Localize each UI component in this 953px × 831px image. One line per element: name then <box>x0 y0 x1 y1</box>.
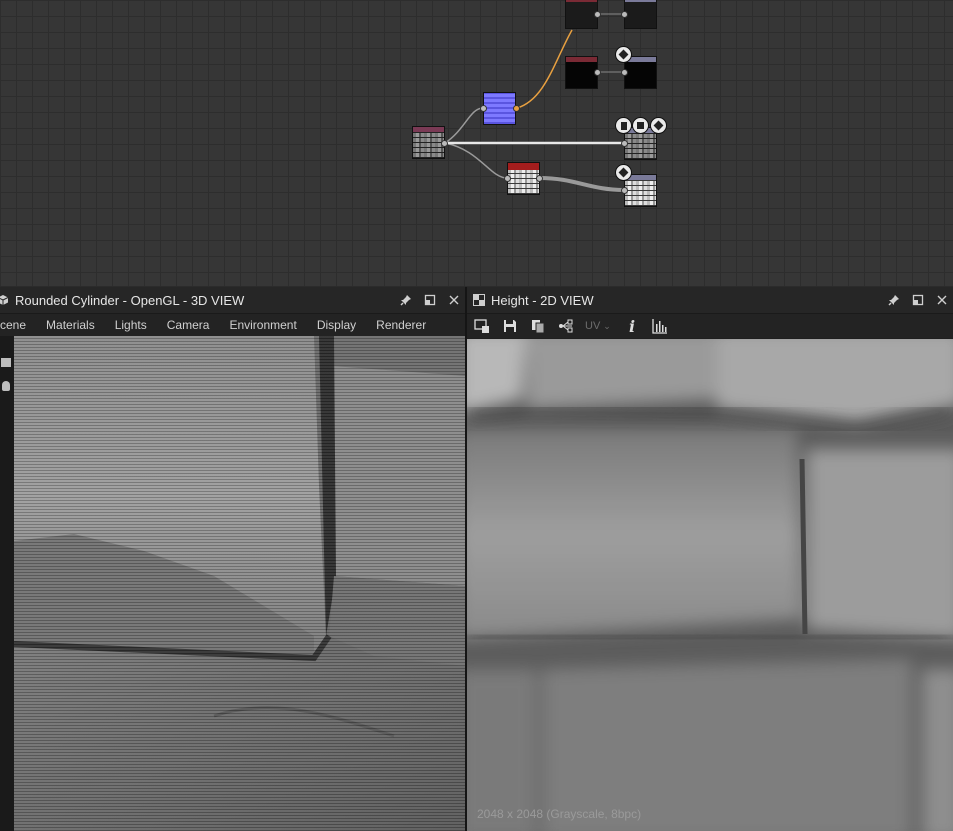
node-thumbnail <box>508 170 539 194</box>
node-header <box>508 163 539 170</box>
image-info: 2048 x 2048 (Grayscale, 8bpc) <box>477 807 642 821</box>
close-icon[interactable] <box>935 293 949 307</box>
menu-environment[interactable]: Environment <box>219 318 306 332</box>
menu-camera[interactable]: Camera <box>157 318 220 332</box>
node-top-right[interactable] <box>624 0 657 29</box>
node-port[interactable] <box>594 11 601 18</box>
copy-icon[interactable] <box>529 317 547 335</box>
panel-3d-view: Rounded Cylinder - OpenGL - 3D VIEW cene… <box>0 287 465 831</box>
graph-wires <box>444 13 625 192</box>
checker-icon <box>473 294 485 306</box>
save-icon[interactable] <box>501 317 519 335</box>
node-thumbnail <box>566 2 597 28</box>
node-port[interactable] <box>621 187 628 194</box>
node-port[interactable] <box>513 105 520 112</box>
node-thumbnail <box>625 2 656 28</box>
wire-src-to-blur <box>444 142 508 179</box>
cube-icon[interactable] <box>615 46 632 63</box>
pin-icon[interactable] <box>399 293 413 307</box>
cube-icon <box>0 295 9 305</box>
panel-2d-toolbar: UV ⌄ i <box>467 314 953 338</box>
panel-2d-title: Height - 2D VIEW <box>491 292 594 308</box>
cube-icon[interactable] <box>650 117 667 134</box>
menu-display[interactable]: Display <box>307 318 366 332</box>
node-thumbnail <box>625 133 656 159</box>
pin-icon[interactable] <box>887 293 901 307</box>
menu-lights[interactable]: Lights <box>105 318 157 332</box>
wire-blur-to-height <box>539 176 625 192</box>
node-thumbnail <box>413 132 444 158</box>
wire-normal-to-basecolor <box>516 29 573 109</box>
node-thumbnail <box>484 93 515 124</box>
node-thumbnail <box>566 62 597 88</box>
viewport-3d[interactable] <box>14 336 465 831</box>
info-label: i <box>628 316 636 336</box>
node-port[interactable] <box>536 175 543 182</box>
maximize-icon[interactable] <box>911 293 925 307</box>
node-port[interactable] <box>594 69 601 76</box>
info-icon[interactable]: i <box>623 316 641 336</box>
export-view-icon[interactable] <box>473 317 491 335</box>
node-port[interactable] <box>480 105 487 112</box>
panel-3d-titlebar[interactable]: Rounded Cylinder - OpenGL - 3D VIEW <box>0 287 465 314</box>
share-icon[interactable] <box>557 317 575 335</box>
viewport-2d[interactable]: 2048 x 2048 (Grayscale, 8bpc) <box>467 339 953 831</box>
uv-label: UV <box>585 320 601 332</box>
node-thumbnail <box>625 180 656 206</box>
cube-icon[interactable] <box>615 164 632 181</box>
wire-src-to-normal <box>444 107 484 144</box>
light-icon[interactable] <box>2 381 10 391</box>
chevron-down-icon: ⌄ <box>603 320 611 331</box>
node-port[interactable] <box>621 140 628 147</box>
panel-3d-menubar: cene Materials Lights Camera Environment… <box>0 314 465 336</box>
node-port[interactable] <box>441 140 448 147</box>
checker-icon[interactable] <box>632 117 649 134</box>
node-graph[interactable] <box>0 0 953 286</box>
panel-2d-view: Height - 2D VIEW UV ⌄ i 2048 x 2048 (Gra… <box>467 287 953 831</box>
panel-3d-title: Rounded Cylinder - OpenGL - 3D VIEW <box>15 292 245 308</box>
maximize-icon[interactable] <box>423 293 437 307</box>
menu-scene[interactable]: cene <box>0 318 36 332</box>
close-icon[interactable] <box>447 293 461 307</box>
panel-3d-side-toolbar <box>0 336 14 831</box>
node-port[interactable] <box>621 69 628 76</box>
document-icon[interactable] <box>615 117 632 134</box>
node-port[interactable] <box>621 11 628 18</box>
uv-dropdown[interactable]: UV ⌄ <box>585 320 613 332</box>
node-normal[interactable] <box>483 92 516 125</box>
camera-icon[interactable] <box>1 358 11 367</box>
scanline-overlay <box>14 336 465 831</box>
menu-renderer[interactable]: Renderer <box>366 318 436 332</box>
panel-3d-corner <box>0 821 8 831</box>
histogram-icon[interactable] <box>651 317 669 335</box>
height-map-image <box>467 339 953 831</box>
node-port[interactable] <box>504 175 511 182</box>
menu-materials[interactable]: Materials <box>36 318 105 332</box>
node-thumbnail <box>625 62 656 88</box>
panel-2d-titlebar[interactable]: Height - 2D VIEW <box>467 287 953 314</box>
